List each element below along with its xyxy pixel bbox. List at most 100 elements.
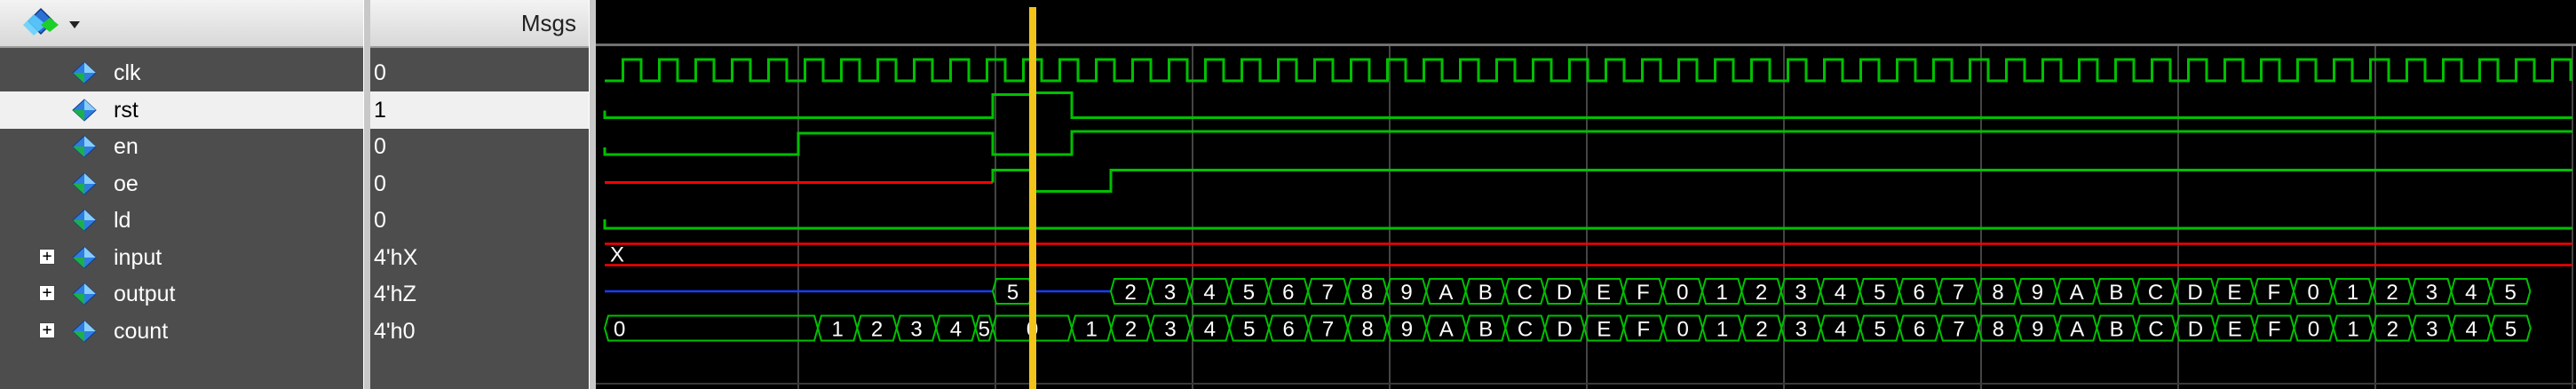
output-bus-value: 3 <box>2426 281 2437 305</box>
count-bus-value: 5 <box>1243 318 1255 342</box>
signal-name-label: rst <box>114 97 139 123</box>
values-header: Msgs <box>370 0 589 48</box>
count-bus-value: E <box>2228 318 2242 342</box>
signal-diamond-icon <box>71 98 98 122</box>
expand-plus-icon[interactable]: + <box>39 322 55 338</box>
signal-names-pane: clk rst en oe ld + input + output + count <box>0 0 363 389</box>
count-bus-value: B <box>2110 318 2124 342</box>
output-bus-value: 5 <box>1874 281 1885 305</box>
count-bus-value: 1 <box>832 318 844 342</box>
signal-name-label: ld <box>114 208 131 233</box>
signal-value-text: 0 <box>374 60 386 85</box>
signal-name-label: clk <box>114 60 141 85</box>
count-bus-value: 9 <box>2032 318 2043 342</box>
output-bus-value: 2 <box>1756 281 1767 305</box>
output-bus-value: 5 <box>1243 281 1255 305</box>
output-bus-value: A <box>1439 281 1453 305</box>
output-bus-value: C <box>1518 281 1533 305</box>
signal-name-label: en <box>114 134 139 159</box>
count-bus-value: 2 <box>1125 318 1137 342</box>
count-bus-value: 7 <box>1322 318 1334 342</box>
waveform-window: clk rst en oe ld + input + output + count Msgs 0 1 0… <box>0 0 2576 389</box>
output-bus-value: 8 <box>1361 281 1373 305</box>
signal-name-label: input <box>114 244 162 270</box>
msgs-label: Msgs <box>520 10 576 36</box>
count-bus-value: 8 <box>1361 318 1373 342</box>
count-bus-segment <box>603 314 820 342</box>
output-bus-value: 2 <box>2386 281 2398 305</box>
output-bus-value: B <box>2109 281 2123 305</box>
signal-row-oe[interactable]: oe <box>0 165 363 202</box>
signal-value-text: 4'h0 <box>374 318 416 344</box>
count-bus-value: 1 <box>2347 318 2358 342</box>
signal-row-output[interactable]: + output <box>0 275 363 313</box>
expand-plus-icon[interactable]: + <box>39 285 55 301</box>
signal-row-clk[interactable]: clk <box>0 54 363 91</box>
signal-row-en[interactable]: en <box>0 128 363 165</box>
count-bus-value: E <box>1597 318 1611 342</box>
count-bus-value: 4 <box>1835 318 1846 342</box>
signal-diamond-icon <box>71 209 98 232</box>
count-bus-value: 3 <box>2426 318 2437 342</box>
signal-name-label: count <box>114 318 169 344</box>
count-bus-value: 3 <box>1164 318 1176 342</box>
count-bus-value: 2 <box>1756 318 1767 342</box>
count-bus-value: 5 <box>979 318 990 342</box>
value-row-en[interactable]: 0 <box>370 128 589 165</box>
output-bus-value: E <box>2227 281 2241 305</box>
count-bus-value: F <box>2268 318 2281 342</box>
count-bus-value: 9 <box>1401 318 1413 342</box>
signal-row-ld[interactable]: ld <box>0 202 363 239</box>
output-bus-value: 2 <box>1125 281 1137 305</box>
count-bus-value: 0 <box>1677 318 1689 342</box>
output-bus-value: 0 <box>2308 281 2319 305</box>
signal-row-count[interactable]: + count <box>0 313 363 350</box>
output-bus-value: 5 <box>1007 281 1019 305</box>
count-bus-value: 3 <box>1795 318 1807 342</box>
signal-value-text: 0 <box>374 171 386 196</box>
count-bus-value: 4 <box>2466 318 2477 342</box>
expand-plus-icon[interactable]: + <box>39 248 55 265</box>
count-bus-value: 6 <box>1283 318 1295 342</box>
output-bus-value: 3 <box>1164 281 1176 305</box>
value-row-oe[interactable]: 0 <box>370 165 589 202</box>
output-bus-value: 0 <box>1676 281 1688 305</box>
count-bus-value: A <box>2070 318 2084 342</box>
value-row-rst[interactable]: 1 <box>370 91 589 129</box>
value-row-output[interactable]: 4'hZ <box>370 275 589 313</box>
count-bus-value: 4 <box>950 318 962 342</box>
waveform-toolbar-icon[interactable] <box>23 5 85 41</box>
signal-value-text: 4'hZ <box>374 282 416 306</box>
count-bus-value: 1 <box>1086 318 1098 342</box>
signal-diamond-icon <box>71 171 98 195</box>
count-bus-value: A <box>1439 318 1454 342</box>
signal-value-text: 0 <box>374 134 386 159</box>
en-waveform <box>603 130 2572 156</box>
signal-row-input[interactable]: + input <box>0 239 363 276</box>
signal-row-rst[interactable]: rst <box>0 91 363 129</box>
waveform-canvas[interactable]: X5 2 3 4 5 6 7 8 9 A B C D E F 0 1 2 3 4 5 6 7 8 9 A B C D E F 0 1 2 3 4 50 1… <box>596 46 2576 389</box>
output-bus-value: 1 <box>2347 281 2358 305</box>
wave-display-pane[interactable]: X523456789ABCDEF0123456789ABCDEF01234501… <box>596 0 2576 389</box>
count-bus-value: C <box>1518 318 1533 342</box>
time-cursor[interactable] <box>1029 7 1036 389</box>
output-bus-value: E <box>1597 281 1611 305</box>
value-row-input[interactable]: 4'hX <box>370 239 589 276</box>
signal-value-text: 1 <box>374 97 386 123</box>
value-row-count[interactable]: 4'h0 <box>370 313 589 350</box>
output-bus-value: 5 <box>2505 281 2517 305</box>
count-bus-value: B <box>1478 318 1493 342</box>
oe-waveform <box>991 169 2572 193</box>
signal-diamond-icon <box>71 61 98 84</box>
output-bus-value: 7 <box>1953 281 1964 305</box>
clk-waveform <box>605 58 2572 83</box>
signal-value-text: 0 <box>374 208 386 233</box>
value-row-ld[interactable]: 0 <box>370 202 589 239</box>
count-bus-value: 6 <box>1914 318 1925 342</box>
count-bus-value: 5 <box>2505 318 2517 342</box>
count-bus-value: 2 <box>2387 318 2398 342</box>
output-bus-value: 4 <box>2465 281 2477 305</box>
value-row-clk[interactable]: 0 <box>370 54 589 91</box>
count-bus-value: 4 <box>1204 318 1216 342</box>
output-bus-value: A <box>2070 281 2084 305</box>
